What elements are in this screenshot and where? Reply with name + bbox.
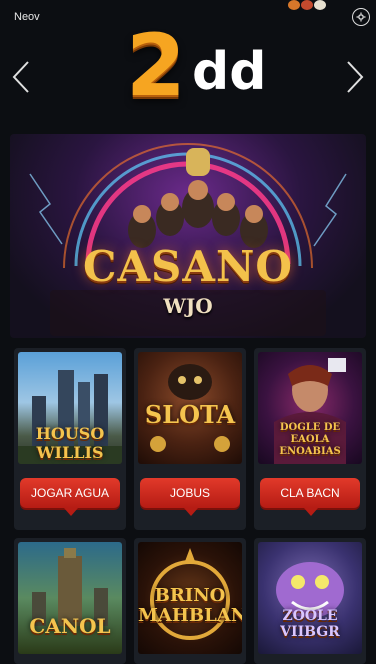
carousel-next-button[interactable]	[344, 60, 366, 94]
logo-suffix: dd	[192, 42, 267, 102]
game-thumbnail[interactable]: BRINO MAHBLANT	[138, 542, 242, 654]
play-button[interactable]: CLA BACN	[260, 478, 360, 516]
game-thumbnail[interactable]: DOGLE DE EAOLA ENOABIAS	[258, 352, 362, 464]
game-card[interactable]: DOGLE DE EAOLA ENOABIAS CLA BACN	[254, 348, 366, 530]
chevron-left-icon	[12, 61, 29, 93]
banner-subtitle: WJO	[163, 294, 213, 318]
game-card[interactable]: SLOTA JOBUS	[134, 348, 246, 530]
hero-banner[interactable]: CASANO WJO	[10, 134, 366, 338]
play-button[interactable]: JOGAR AGUA	[20, 478, 120, 516]
game-title: DOGLE DE EAOLA ENOABIAS	[279, 422, 341, 457]
game-thumbnail[interactable]: HOUSO WILLIS	[18, 352, 122, 464]
game-title: CANOL	[29, 614, 111, 638]
game-card[interactable]: ZOOLE VIIBGR	[254, 538, 366, 664]
game-thumbnail[interactable]: SLOTA	[138, 352, 242, 464]
gear-icon	[356, 12, 366, 22]
settings-button[interactable]	[352, 8, 370, 26]
top-thumbnails	[288, 0, 328, 12]
game-title: HOUSO WILLIS	[35, 424, 105, 462]
game-card[interactable]: CANOL	[14, 538, 126, 664]
new-label[interactable]: Neov	[14, 11, 40, 23]
game-card[interactable]: HOUSO WILLIS JOGAR AGUA	[14, 348, 126, 530]
game-thumbnail[interactable]: ZOOLE VIIBGR	[258, 542, 362, 654]
play-button[interactable]: JOBUS	[140, 478, 240, 516]
game-title: ZOOLE VIIBGR	[280, 608, 340, 640]
chevron-right-icon	[347, 61, 364, 93]
carousel-prev-button[interactable]	[10, 60, 32, 94]
game-card[interactable]: BRINO MAHBLANT	[134, 538, 246, 664]
logo-numeral: 2	[126, 16, 186, 116]
game-thumbnail[interactable]: CANOL	[18, 542, 122, 654]
banner-title: CASANO	[83, 242, 293, 291]
site-logo[interactable]: 2 dd	[120, 16, 270, 116]
game-title: SLOTA	[144, 400, 236, 429]
game-title: BRINO MAHBLANT	[138, 585, 242, 626]
